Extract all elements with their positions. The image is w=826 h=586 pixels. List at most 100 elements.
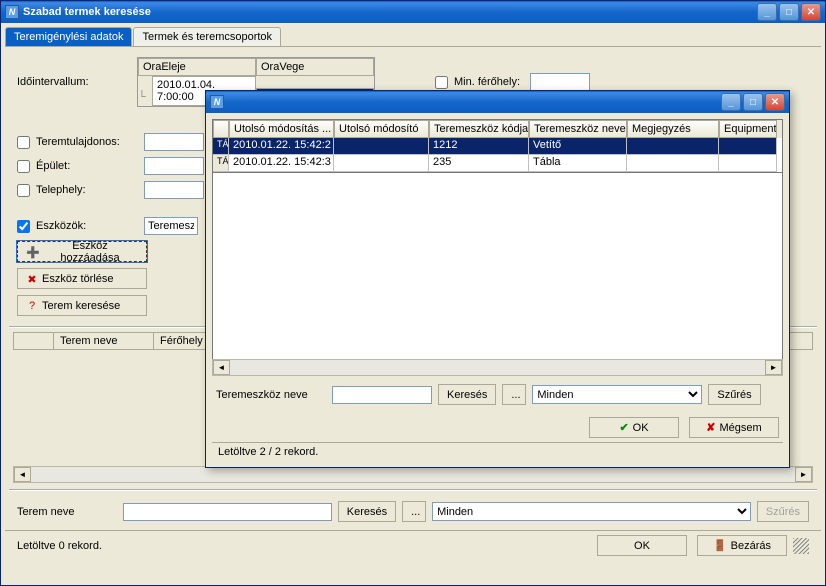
tree-icon: └ xyxy=(138,91,152,103)
grid-col-lastmod-user[interactable]: Utolsó módosító xyxy=(334,120,429,138)
del-tool-label: Eszköz törlése xyxy=(42,273,114,285)
modal-cancel-button[interactable]: ✘ Mégsem xyxy=(689,417,779,438)
tools-label: Eszközök: xyxy=(36,220,144,232)
modal-search-button[interactable]: Keresés xyxy=(438,384,496,405)
cell xyxy=(719,155,777,172)
scroll-right-icon[interactable]: ► xyxy=(795,467,812,482)
close-button[interactable]: ✕ xyxy=(801,3,821,21)
modal-close-button[interactable]: ✕ xyxy=(765,93,785,111)
cell: 2010.01.22. 15:42:3 xyxy=(229,155,334,172)
modal-app-icon: N xyxy=(210,95,224,109)
site-label: Telephely: xyxy=(36,184,144,196)
min-capacity-checkbox[interactable] xyxy=(435,76,448,89)
site-input[interactable] xyxy=(144,181,204,199)
cell xyxy=(719,138,777,155)
cell xyxy=(627,138,719,155)
grid-col-tool-code[interactable]: Teremeszköz kódja xyxy=(429,120,529,138)
grid-col-equipment[interactable]: Equipment xyxy=(719,120,777,138)
add-icon: ➕ xyxy=(26,246,38,258)
modal-maximize-button[interactable]: □ xyxy=(743,93,763,111)
add-tool-button[interactable]: ➕ Eszköz hozzáadása xyxy=(17,241,147,262)
tab-request-data[interactable]: Teremigénylési adatok xyxy=(5,27,132,46)
tool-picker-dialog: N _ □ ✕ Utolsó módosítás ... Utolsó módo… xyxy=(205,90,790,468)
del-tool-button[interactable]: ✖ Eszköz törlése xyxy=(17,268,147,289)
results-hscroll[interactable]: ◄ ► xyxy=(13,466,813,483)
grid-handle-col xyxy=(213,120,229,138)
bottom-dots-button[interactable]: ... xyxy=(402,501,426,522)
results-col-blank xyxy=(14,333,54,349)
owner-input[interactable] xyxy=(144,133,204,151)
grid-empty-space xyxy=(212,173,783,359)
owner-label: Teremtulajdonos: xyxy=(36,136,144,148)
cell: 1212 xyxy=(429,138,529,155)
status-text: Letöltve 0 rekord. xyxy=(17,540,597,552)
grid-col-tool-name[interactable]: Teremeszköz neve xyxy=(529,120,627,138)
bottom-search-label: Terem neve xyxy=(17,506,117,518)
modal-dots-button[interactable]: ... xyxy=(502,384,526,405)
cell xyxy=(334,138,429,155)
scroll-left-icon[interactable]: ◄ xyxy=(213,360,230,375)
door-icon: 🚪 xyxy=(713,539,727,552)
modal-filter-select[interactable]: Minden xyxy=(532,385,702,404)
modal-ok-label: OK xyxy=(633,422,649,434)
tab-rooms-groups[interactable]: Termek és teremcsoportok xyxy=(133,27,281,46)
main-ok-button[interactable]: OK xyxy=(597,535,687,556)
question-icon: ? xyxy=(26,300,38,312)
search-room-label: Terem keresése xyxy=(42,300,120,312)
tools-field-input[interactable] xyxy=(144,217,198,235)
time-col-start: OraEleje xyxy=(138,58,256,76)
minimize-button[interactable]: _ xyxy=(757,3,777,21)
site-checkbox[interactable] xyxy=(17,184,30,197)
grid-row[interactable]: TÁ 2010.01.22. 15:42:3 235 Tábla xyxy=(213,155,782,172)
building-input[interactable] xyxy=(144,157,204,175)
grid-row[interactable]: TÁ 2010.01.22. 15:42:2 1212 Vetítő xyxy=(213,138,782,155)
scroll-right-icon[interactable]: ► xyxy=(765,360,782,375)
main-close-label: Bezárás xyxy=(731,540,771,552)
main-close-button[interactable]: 🚪 Bezárás xyxy=(697,535,787,556)
window-title: Szabad termek keresése xyxy=(23,6,757,18)
grid-col-lastmod-time[interactable]: Utolsó módosítás ... xyxy=(229,120,334,138)
modal-minimize-button[interactable]: _ xyxy=(721,93,741,111)
min-capacity-label: Min. férőhely: xyxy=(454,76,520,88)
resize-grip[interactable] xyxy=(793,538,809,554)
modal-cancel-label: Mégsem xyxy=(720,422,762,434)
cell: 2010.01.22. 15:42:2 xyxy=(229,138,334,155)
building-checkbox[interactable] xyxy=(17,160,30,173)
tab-bar: Teremigénylési adatok Termek és teremcso… xyxy=(5,27,821,47)
row-handle: TÁ xyxy=(213,155,229,172)
maximize-button[interactable]: □ xyxy=(779,3,799,21)
modal-search-label: Teremeszköz neve xyxy=(216,389,326,401)
bottom-filter-button[interactable]: Szűrés xyxy=(757,501,809,522)
scroll-left-icon[interactable]: ◄ xyxy=(14,467,31,482)
main-titlebar: N Szabad termek keresése _ □ ✕ xyxy=(1,1,825,23)
modal-filter-button[interactable]: Szűrés xyxy=(708,384,760,405)
results-col-name: Terem neve xyxy=(54,333,154,349)
cell: Tábla xyxy=(529,155,627,172)
modal-titlebar: N _ □ ✕ xyxy=(206,91,789,113)
bottom-filter-select[interactable]: Minden xyxy=(432,502,751,521)
add-tool-label: Eszköz hozzáadása xyxy=(42,240,138,264)
app-icon: N xyxy=(5,5,19,19)
time-col-end: OraVege xyxy=(256,58,374,76)
cell xyxy=(334,155,429,172)
modal-ok-button[interactable]: ✔ OK xyxy=(589,417,679,438)
min-capacity-input[interactable] xyxy=(530,73,590,91)
delete-icon: ✖ xyxy=(26,273,38,285)
owner-checkbox[interactable] xyxy=(17,136,30,149)
cell: Vetítő xyxy=(529,138,627,155)
cross-icon: ✘ xyxy=(706,421,715,434)
bottom-search-input[interactable] xyxy=(123,503,332,521)
bottom-search-button[interactable]: Keresés xyxy=(338,501,396,522)
cell: 235 xyxy=(429,155,529,172)
cell xyxy=(627,155,719,172)
modal-search-input[interactable] xyxy=(332,386,432,404)
interval-label: Időintervallum: xyxy=(17,76,137,88)
search-room-button[interactable]: ? Terem keresése xyxy=(17,295,147,316)
row-handle: TÁ xyxy=(213,138,229,155)
grid-col-note[interactable]: Megjegyzés xyxy=(627,120,719,138)
tools-checkbox[interactable] xyxy=(17,220,30,233)
modal-hscroll[interactable]: ◄ ► xyxy=(212,359,783,376)
check-icon: ✔ xyxy=(619,421,628,434)
tool-grid[interactable]: Utolsó módosítás ... Utolsó módosító Ter… xyxy=(212,119,783,173)
modal-status-text: Letöltve 2 / 2 rekord. xyxy=(218,446,318,458)
